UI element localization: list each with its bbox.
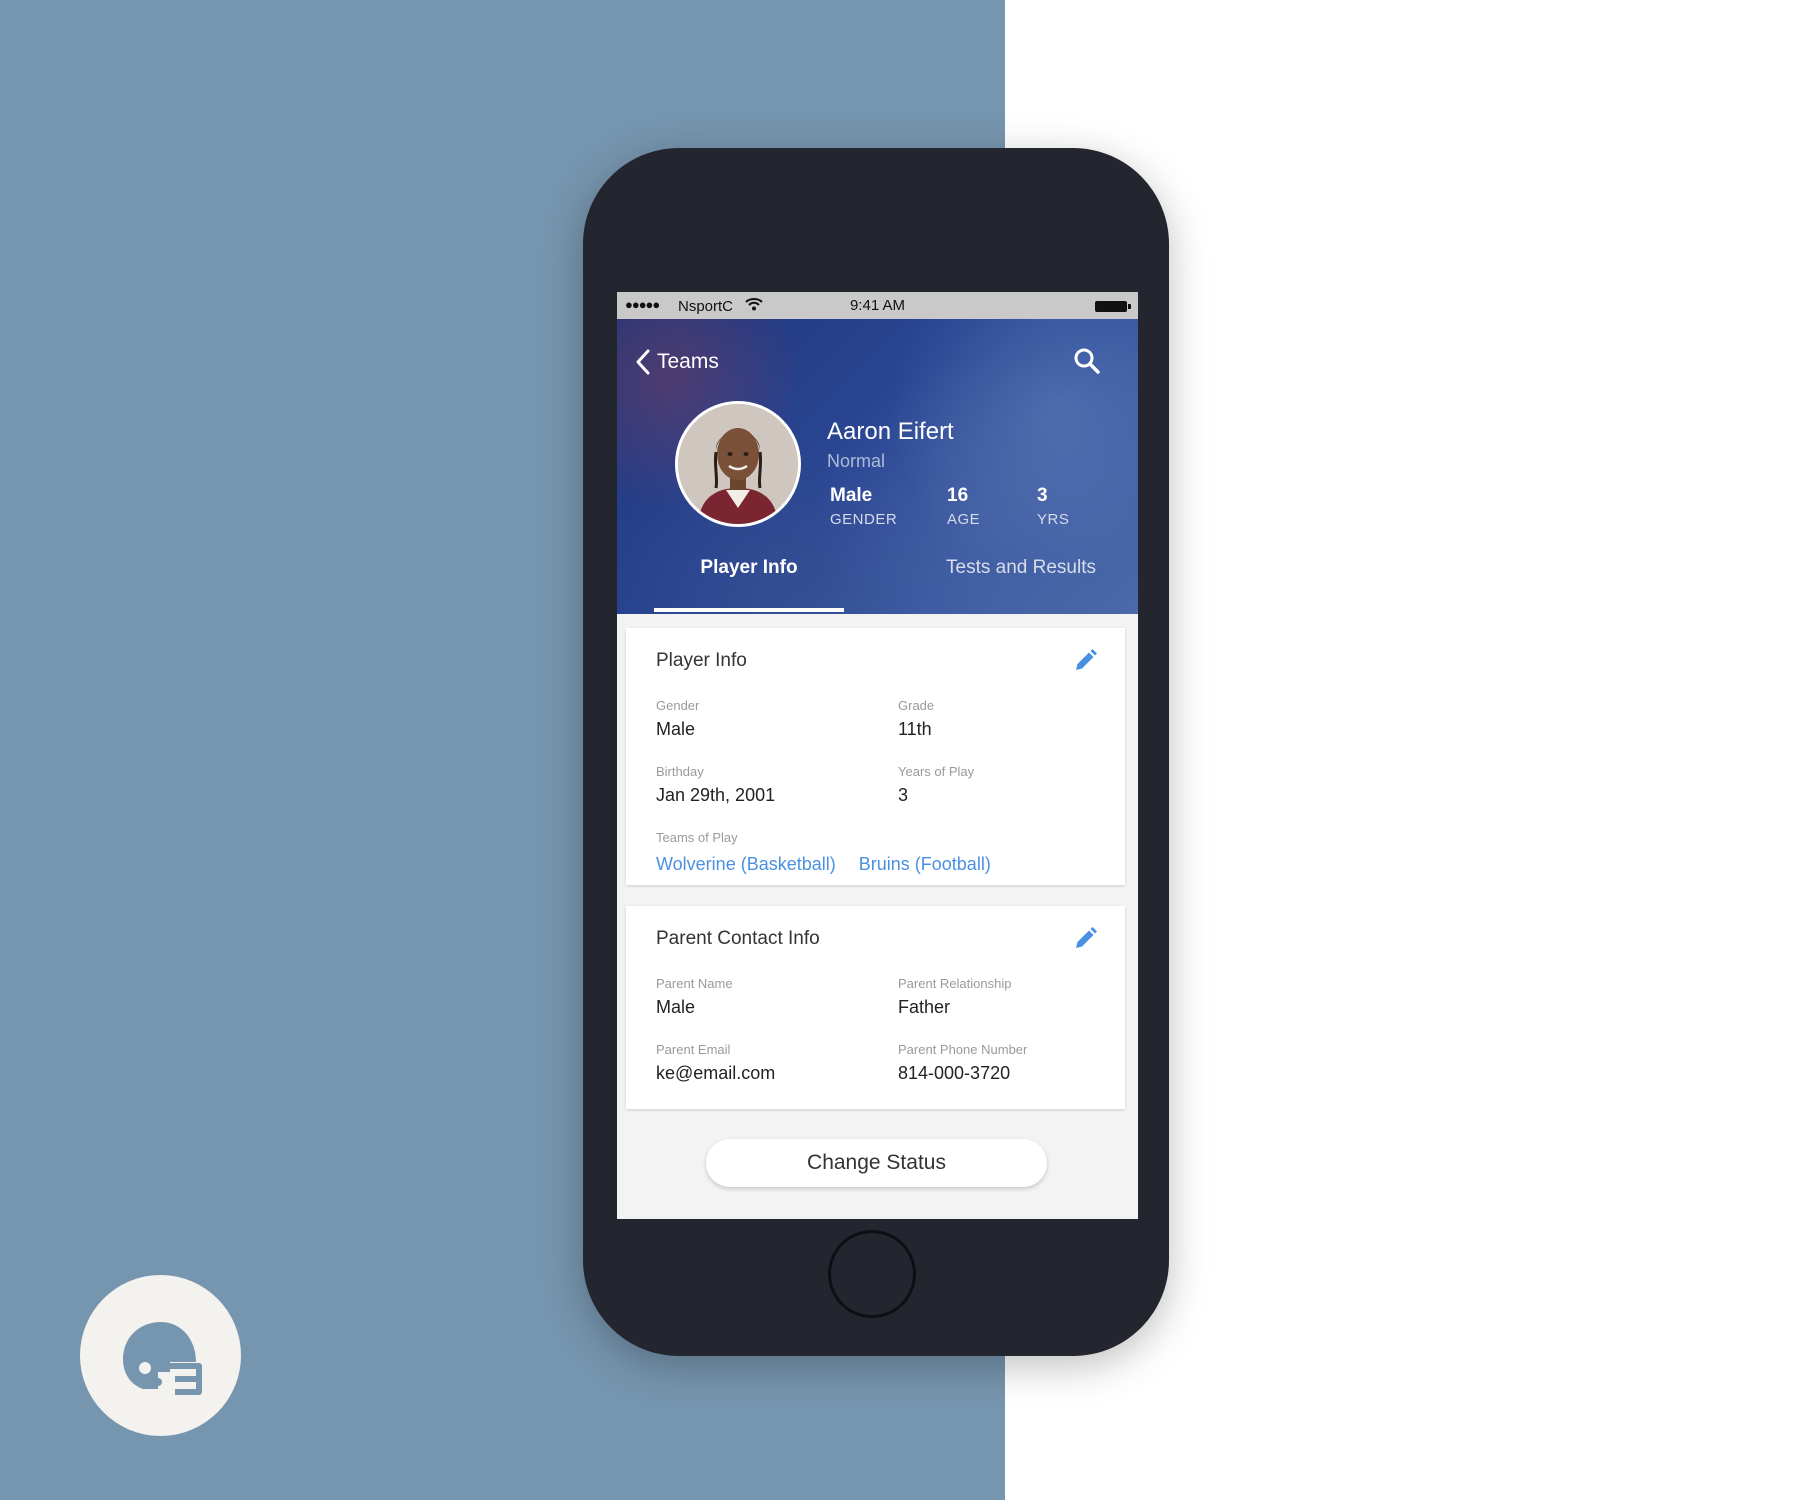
field-label: Teams of Play	[656, 830, 738, 845]
active-tab-indicator	[654, 608, 844, 612]
home-button[interactable]	[828, 1230, 916, 1318]
field-value: Father	[898, 997, 951, 1017]
battery-icon	[1095, 301, 1131, 312]
search-icon	[1074, 348, 1100, 374]
football-helmet-icon	[122, 1321, 202, 1395]
stat-label: AGE	[947, 511, 981, 528]
tab-player-info[interactable]: Player Info	[654, 557, 844, 579]
field-label: Years of Play	[898, 764, 975, 779]
field-years-of-play: Years of Play 3	[898, 764, 974, 806]
status-bar: ●●●●● NsportC 9:41 AM	[617, 292, 1138, 319]
player-status: Normal	[827, 451, 886, 471]
field-label: Grade	[898, 698, 935, 713]
tab-tests-and-results[interactable]: Tests and Results	[917, 557, 1125, 579]
back-button[interactable]: Teams	[635, 345, 719, 379]
pencil-icon	[1076, 927, 1097, 948]
field-gender: Gender Male	[656, 698, 699, 740]
field-teams-label: Teams of Play	[656, 830, 738, 845]
phone-mockup: ●●●●● NsportC 9:41 AM Teams Aaron Eifert…	[583, 148, 1169, 1356]
card-title: Player Info	[656, 650, 747, 671]
status-time: 9:41 AM	[849, 297, 906, 314]
search-button[interactable]	[1071, 345, 1103, 377]
stat-value: 3	[1037, 485, 1048, 506]
stat-value: Male	[830, 485, 873, 506]
card-title: Parent Contact Info	[656, 928, 820, 949]
field-label: Gender	[656, 698, 700, 713]
back-label: Teams	[657, 350, 719, 373]
team-link-bruins[interactable]: Bruins (Football)	[859, 854, 991, 874]
field-label: Parent Phone Number	[898, 1042, 1028, 1057]
player-name: Aaron Eifert	[827, 418, 954, 445]
stat-years: 3 YRS	[1037, 485, 1069, 528]
app-logo	[80, 1275, 241, 1436]
player-avatar	[675, 401, 801, 527]
field-value: Male	[656, 719, 696, 739]
pencil-icon	[1076, 649, 1097, 670]
field-grade: Grade 11th	[898, 698, 934, 740]
stat-value: 16	[947, 485, 969, 506]
stat-label: GENDER	[830, 511, 898, 528]
player-info-card: Player Info Gender Male Grade 11th Birth…	[626, 628, 1125, 885]
field-label: Parent Relationship	[898, 976, 1012, 991]
field-value: ke@email.com	[656, 1063, 776, 1083]
field-label: Parent Name	[656, 976, 733, 991]
field-value: Jan 29th, 2001	[656, 785, 776, 805]
field-parent-name: Parent Name Male	[656, 976, 733, 1018]
field-value: 11th	[898, 719, 932, 739]
field-value: 3	[898, 785, 909, 805]
field-parent-relationship: Parent Relationship Father	[898, 976, 1011, 1018]
field-birthday: Birthday Jan 29th, 2001	[656, 764, 775, 806]
player-header: Teams Aaron Eifert Normal Male GENDER 16…	[617, 319, 1138, 614]
teams-of-play-links: Wolverine (Basketball) Bruins (Football)	[656, 854, 1009, 875]
change-status-button[interactable]: Change Status	[706, 1139, 1047, 1187]
phone-screen: ●●●●● NsportC 9:41 AM Teams Aaron Eifert…	[617, 292, 1138, 1219]
parent-contact-card: Parent Contact Info Parent Name Male Par…	[626, 906, 1125, 1109]
field-label: Birthday	[656, 764, 704, 779]
stat-age: 16 AGE	[947, 485, 980, 528]
edit-player-info-button[interactable]	[1072, 648, 1098, 674]
chevron-left-icon	[636, 349, 650, 375]
field-value: 814-000-3720	[898, 1063, 1011, 1083]
field-value: Male	[656, 997, 696, 1017]
stat-label: YRS	[1037, 511, 1070, 528]
field-parent-email: Parent Email ke@email.com	[656, 1042, 775, 1084]
team-link-wolverine[interactable]: Wolverine (Basketball)	[656, 854, 836, 874]
edit-parent-contact-button[interactable]	[1072, 926, 1098, 952]
field-label: Parent Email	[656, 1042, 731, 1057]
field-parent-phone: Parent Phone Number 814-000-3720	[898, 1042, 1027, 1084]
stat-gender: Male GENDER	[830, 485, 897, 528]
